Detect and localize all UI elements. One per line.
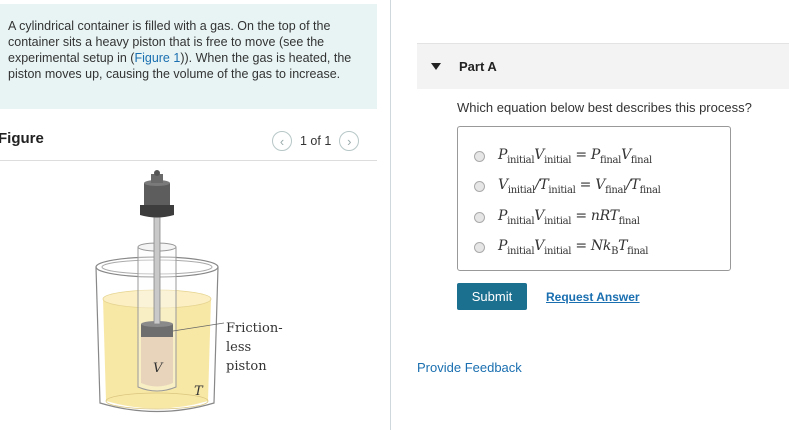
answer-options: PinitialVinitial = PfinalVfinal Vinitial… [457,126,731,271]
piston-rod [153,216,161,325]
option-2[interactable]: Vinitial/Tinitial = Vfinal/Tfinal [474,177,661,196]
submit-button[interactable]: Submit [457,283,527,310]
label-friction: Friction- [226,321,283,336]
radio-option-4[interactable] [474,241,485,253]
option-4[interactable]: PinitialVinitial = NkBTfinal [474,238,648,257]
radio-option-2[interactable] [474,180,485,192]
question-text: Which equation below best describes this… [457,100,752,115]
figure-link[interactable]: Figure 1 [134,51,180,65]
weight-knob [154,170,160,176]
chevron-left-icon: ‹ [279,133,285,149]
figure-divider [0,160,377,161]
prev-figure-button[interactable]: ‹ [272,131,292,151]
caret-down-icon [431,63,441,70]
figure-title: Figure [0,130,44,147]
part-a-header[interactable]: Part A [417,44,789,89]
weight-base [140,205,174,218]
figure-page-count: 1 of 1 [300,134,332,148]
equation-4: PinitialVinitial = NkBTfinal [498,238,649,257]
panel-divider [390,0,391,430]
label-less: less [226,340,251,355]
chevron-right-icon: › [347,133,352,149]
label-piston: piston [226,359,267,374]
option-1[interactable]: PinitialVinitial = PfinalVfinal [474,147,652,166]
request-answer-link[interactable]: Request Answer [546,290,640,304]
label-volume: V [153,361,164,376]
equation-1: PinitialVinitial = PfinalVfinal [498,147,652,166]
equation-3: PinitialVinitial = nRTfinal [498,208,640,227]
equation-2: Vinitial/Tinitial = Vfinal/Tfinal [498,177,661,196]
weight-block [144,183,170,205]
label-temperature: T [194,384,204,399]
next-figure-button[interactable]: › [339,131,360,151]
problem-intro: A cylindrical container is filled with a… [0,4,377,109]
piston-cylinder-figure: Friction- less piston V T [95,170,283,413]
provide-feedback-link[interactable]: Provide Feedback [417,360,522,375]
radio-option-1[interactable] [474,150,485,162]
option-3[interactable]: PinitialVinitial = nRTfinal [474,208,640,227]
radio-option-3[interactable] [474,211,485,223]
figure-pager: ‹ 1 of 1 › [272,131,360,151]
part-a-label: Part A [459,59,497,74]
